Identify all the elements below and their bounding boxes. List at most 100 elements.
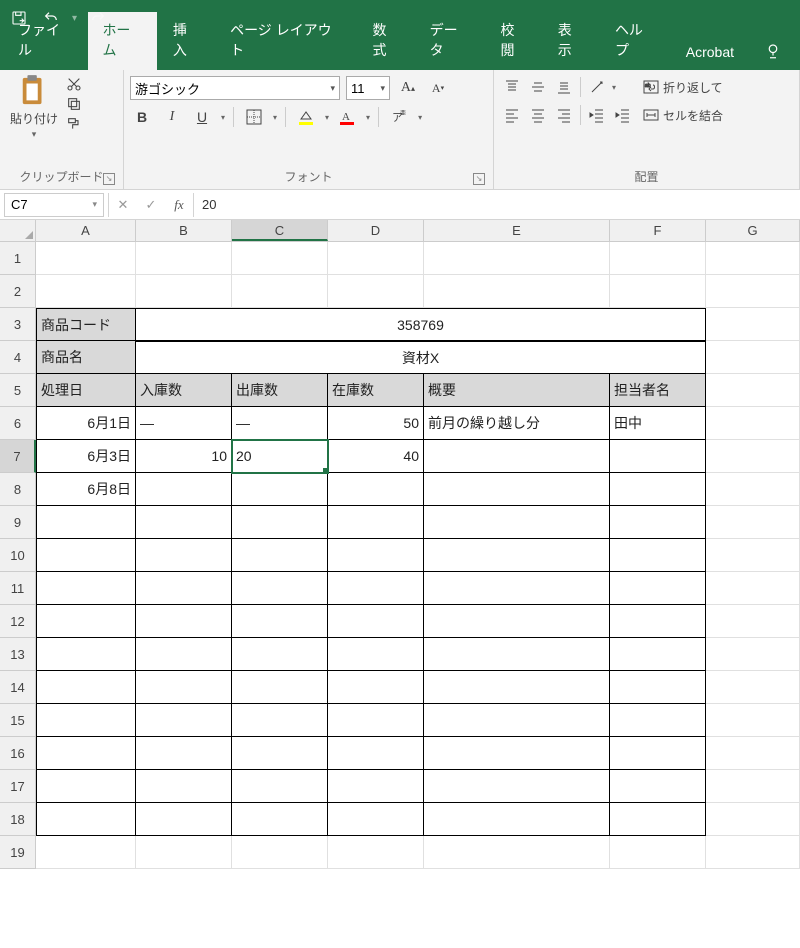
cell-D6[interactable]: 50 [328,407,424,440]
cell-F19[interactable] [610,836,706,869]
cell-F12[interactable] [610,605,706,638]
cell-G9[interactable] [706,506,800,539]
cell-B14[interactable] [136,671,232,704]
cell-D12[interactable] [328,605,424,638]
cell-B9[interactable] [136,506,232,539]
cell-A1[interactable] [36,242,136,275]
align-left-icon[interactable] [500,104,524,126]
cell-A8[interactable]: 6月8日 [36,473,136,506]
cell-D19[interactable] [328,836,424,869]
cell-G2[interactable] [706,275,800,308]
cell-C8[interactable] [232,473,328,506]
cell-G6[interactable] [706,407,800,440]
cut-icon[interactable] [66,76,82,92]
cell-G13[interactable] [706,638,800,671]
cell-B3[interactable]: 358769 [136,308,706,341]
tab-formulas[interactable]: 数式 [358,12,413,70]
cell-A16[interactable] [36,737,136,770]
cell-B12[interactable] [136,605,232,638]
tab-data[interactable]: データ [416,12,485,70]
cell-B19[interactable] [136,836,232,869]
cell-B5[interactable]: 入庫数 [136,374,232,407]
cell-B2[interactable] [136,275,232,308]
cell-A13[interactable] [36,638,136,671]
tab-view[interactable]: 表示 [544,12,599,70]
underline-button[interactable]: U [190,106,214,128]
wrap-text-button[interactable]: ab折り返して [643,76,723,98]
row-header-12[interactable]: 12 [0,605,36,638]
cell-C6[interactable]: ― [232,407,328,440]
cell-D18[interactable] [328,803,424,836]
font-size-combo[interactable]: 11▾ [346,76,390,100]
tab-file[interactable]: ファイル [4,12,86,70]
cell-C10[interactable] [232,539,328,572]
cell-A18[interactable] [36,803,136,836]
cell-B18[interactable] [136,803,232,836]
increase-indent-icon[interactable] [611,104,635,126]
cell-A4[interactable]: 商品名 [36,341,136,374]
cell-G8[interactable] [706,473,800,506]
cell-A7[interactable]: 6月3日 [36,440,136,473]
cell-D10[interactable] [328,539,424,572]
row-header-10[interactable]: 10 [0,539,36,572]
cell-A2[interactable] [36,275,136,308]
decrease-indent-icon[interactable] [585,104,609,126]
cell-B16[interactable] [136,737,232,770]
cell-C13[interactable] [232,638,328,671]
row-header-3[interactable]: 3 [0,308,36,341]
row-header-6[interactable]: 6 [0,407,36,440]
name-box[interactable]: C7▾ [4,193,104,217]
cell-F1[interactable] [610,242,706,275]
cell-E5[interactable]: 概要 [424,374,610,407]
cell-C9[interactable] [232,506,328,539]
cell-C17[interactable] [232,770,328,803]
cell-A17[interactable] [36,770,136,803]
cell-G10[interactable] [706,539,800,572]
format-painter-icon[interactable] [66,116,82,132]
align-center-icon[interactable] [526,104,550,126]
bold-button[interactable]: B [130,106,154,128]
cell-D13[interactable] [328,638,424,671]
cell-E19[interactable] [424,836,610,869]
cell-B11[interactable] [136,572,232,605]
cell-E17[interactable] [424,770,610,803]
cell-C18[interactable] [232,803,328,836]
orientation-icon[interactable] [585,76,609,98]
cell-G4[interactable] [706,341,800,374]
cell-A5[interactable]: 処理日 [36,374,136,407]
cell-C15[interactable] [232,704,328,737]
cell-D9[interactable] [328,506,424,539]
cell-A14[interactable] [36,671,136,704]
cell-G17[interactable] [706,770,800,803]
cell-C19[interactable] [232,836,328,869]
cell-F2[interactable] [610,275,706,308]
cell-D11[interactable] [328,572,424,605]
cell-G3[interactable] [706,308,800,341]
cell-D5[interactable]: 在庫数 [328,374,424,407]
cell-B10[interactable] [136,539,232,572]
cell-E15[interactable] [424,704,610,737]
italic-button[interactable]: I [160,106,184,128]
phonetic-icon[interactable]: ア亜 [387,106,411,128]
clipboard-launcher-icon[interactable]: ↘ [103,173,115,185]
cell-F11[interactable] [610,572,706,605]
cell-E7[interactable] [424,440,610,473]
cell-B7[interactable]: 10 [136,440,232,473]
cell-F5[interactable]: 担当者名 [610,374,706,407]
cell-E9[interactable] [424,506,610,539]
row-header-15[interactable]: 15 [0,704,36,737]
cell-G19[interactable] [706,836,800,869]
formula-input[interactable]: 20 [194,197,800,212]
row-header-18[interactable]: 18 [0,803,36,836]
cell-B13[interactable] [136,638,232,671]
cell-B17[interactable] [136,770,232,803]
cell-D8[interactable] [328,473,424,506]
cell-A10[interactable] [36,539,136,572]
paste-button[interactable]: 貼り付け ▾ [6,74,62,140]
cell-C1[interactable] [232,242,328,275]
select-all-corner[interactable] [0,220,36,241]
cell-E11[interactable] [424,572,610,605]
cell-A11[interactable] [36,572,136,605]
font-color-icon[interactable]: A [335,106,359,128]
cell-G12[interactable] [706,605,800,638]
